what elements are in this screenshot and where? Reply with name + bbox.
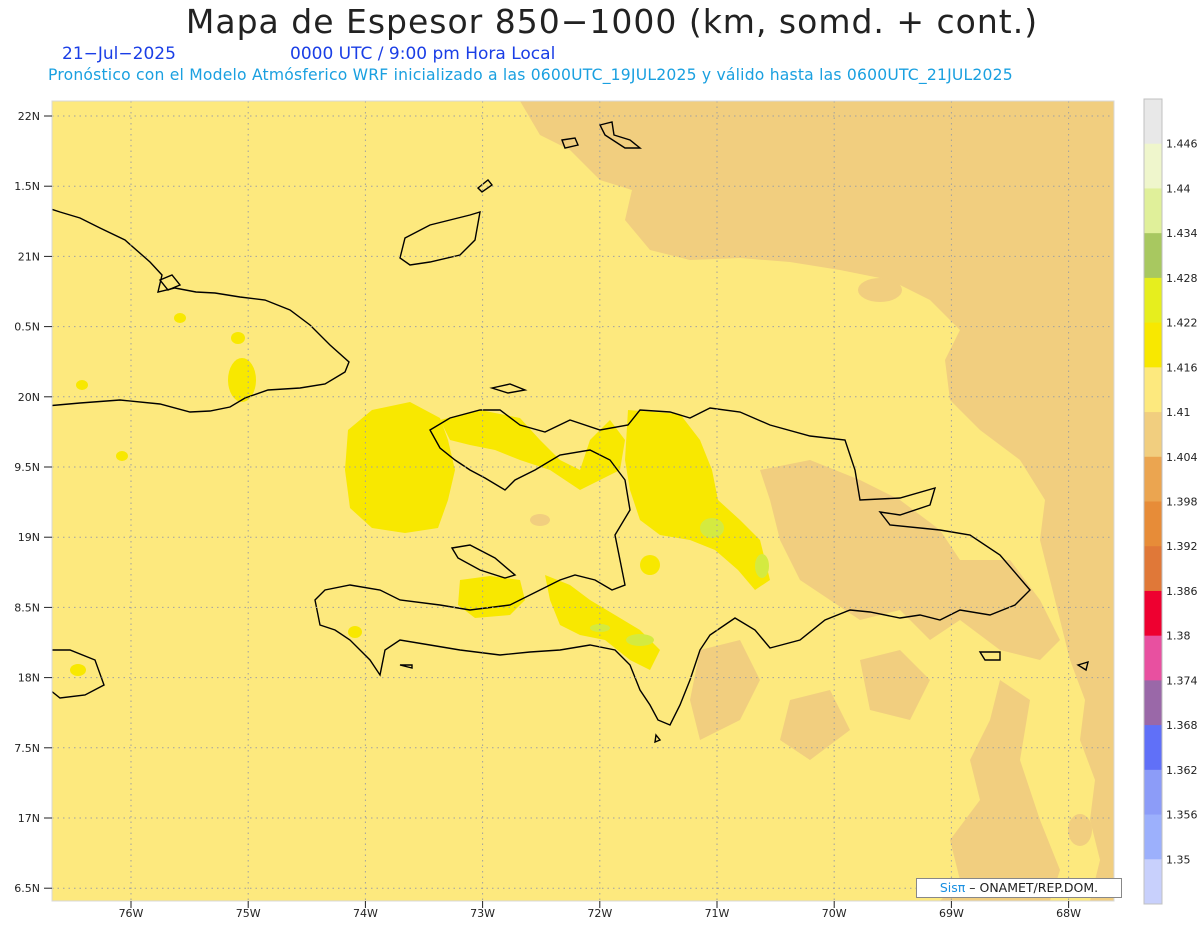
highest-area-1: [700, 518, 724, 538]
lon-tick-label: 72W: [587, 907, 612, 920]
thickness-map: 22N 1.5N 21N 0.5N 20N 9.5N 19N 8.5N 18N 7.5N 17N 6.…: [14, 98, 1198, 920]
lon-tick-label: 69W: [939, 907, 964, 920]
colorbar-segment: [1144, 367, 1162, 413]
high-area-cuba-2: [231, 332, 245, 344]
colorbar-segment: [1144, 412, 1162, 458]
colorbar-segment: [1144, 456, 1162, 502]
colorbar-label: 1.398: [1166, 496, 1198, 509]
low-area-patch-7: [1068, 814, 1092, 846]
colorbar-label: 1.35: [1166, 853, 1191, 866]
colorbar-label: 1.434: [1166, 227, 1198, 240]
colorbar-label: 1.416: [1166, 361, 1198, 374]
highest-area-3: [626, 634, 654, 646]
lat-tick-label: 17N: [18, 812, 40, 825]
high-area-jamaica: [70, 664, 86, 676]
high-area-cuba-4: [116, 451, 128, 461]
colorbar-label: 1.386: [1166, 585, 1198, 598]
credit-brand: Sisπ: [939, 880, 966, 895]
contour-fill-layer: [52, 101, 1114, 901]
lat-tick-label: 19N: [18, 531, 40, 544]
low-area-patch-5: [530, 514, 550, 526]
lon-tick-label: 76W: [119, 907, 144, 920]
longitude-axis: 76W 75W 74W 73W 72W 71W 70W 69W 68W: [119, 901, 1081, 920]
credit-org: – ONAMET/REP.DOM.: [965, 880, 1099, 895]
colorbar-label: 1.392: [1166, 540, 1198, 553]
lon-tick-label: 75W: [236, 907, 261, 920]
highest-area-2: [755, 554, 769, 578]
colorbar-segment: [1144, 233, 1162, 279]
lat-tick-label: 22N: [18, 110, 40, 123]
colorbar-label: 1.404: [1166, 451, 1198, 464]
colorbar-segment: [1144, 501, 1162, 547]
colorbar-label: 1.41: [1166, 406, 1191, 419]
lat-tick-label: 7.5N: [14, 742, 40, 755]
lon-tick-label: 71W: [705, 907, 730, 920]
colorbar-segment: [1144, 814, 1162, 860]
high-area-patch-3: [174, 313, 186, 323]
colorbar-label: 1.422: [1166, 317, 1198, 330]
colorbar-segment: [1144, 590, 1162, 637]
colorbar-label: 1.362: [1166, 764, 1198, 777]
colorbar-label: 1.374: [1166, 674, 1198, 687]
colorbar-segment: [1144, 143, 1162, 189]
colorbar-segment: [1144, 99, 1162, 145]
lon-tick-label: 68W: [1056, 907, 1081, 920]
lon-tick-label: 70W: [822, 907, 847, 920]
lat-tick-label: 18N: [18, 672, 40, 685]
colorbar-segment: [1144, 546, 1162, 592]
lon-tick-label: 73W: [470, 907, 495, 920]
colorbar-segment: [1144, 769, 1162, 816]
lat-tick-label: 0.5N: [14, 321, 40, 334]
credit-box: Sisπ – ONAMET/REP.DOM.: [916, 878, 1122, 898]
colorbar-segment: [1144, 322, 1162, 368]
colorbar-segment: [1144, 277, 1162, 324]
colorbar-label: 1.44: [1166, 182, 1191, 195]
low-area-patch-3: [858, 278, 902, 302]
colorbar-label: 1.368: [1166, 719, 1198, 732]
colorbar-label: 1.428: [1166, 272, 1198, 285]
colorbar: 1.446 1.44 1.434 1.428 1.422 1.416 1.41 1.404 1.…: [1143, 98, 1198, 905]
lon-tick-label: 74W: [353, 907, 378, 920]
colorbar-segment: [1144, 859, 1162, 905]
colorbar-label: 1.446: [1166, 138, 1198, 151]
lat-tick-label: 1.5N: [14, 180, 40, 193]
high-area-patch-1: [348, 626, 362, 638]
high-area-cuba-3: [76, 380, 88, 390]
lat-tick-label: 9.5N: [14, 461, 40, 474]
lat-tick-label: 6.5N: [14, 882, 40, 895]
colorbar-segment: [1144, 725, 1162, 771]
latitude-axis: 22N 1.5N 21N 0.5N 20N 9.5N 19N 8.5N 18N 7.5N 17N 6.…: [14, 110, 52, 895]
colorbar-segment: [1144, 635, 1162, 681]
colorbar-segment: [1144, 188, 1162, 234]
lat-tick-label: 21N: [18, 250, 40, 263]
colorbar-label: 1.356: [1166, 809, 1198, 822]
high-area-patch-2: [640, 555, 660, 575]
low-area-patch-6: [980, 862, 1020, 878]
low-area-patch-4: [950, 149, 970, 161]
lat-tick-label: 8.5N: [14, 601, 40, 614]
colorbar-label: 1.38: [1166, 630, 1191, 643]
colorbar-segment: [1144, 680, 1162, 726]
highest-area-4: [590, 624, 610, 632]
lat-tick-label: 20N: [18, 391, 40, 404]
